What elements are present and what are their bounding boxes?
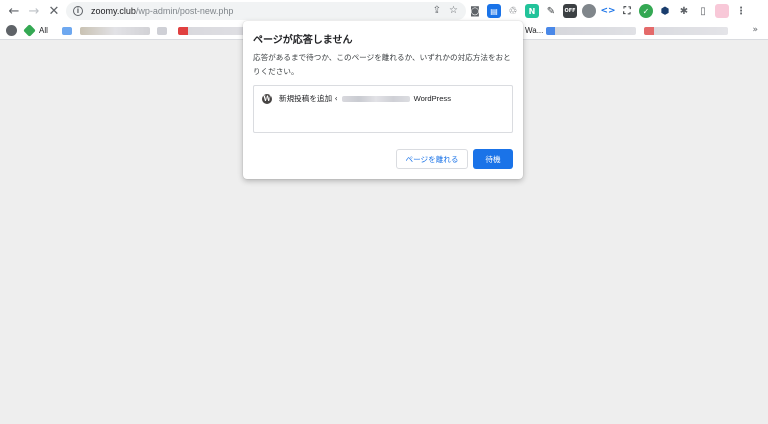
- pin-icon[interactable]: ⬢: [658, 4, 672, 18]
- menu-icon[interactable]: ⋮: [734, 4, 748, 18]
- puzzle-icon[interactable]: ✱: [677, 4, 691, 18]
- dialog-title: ページが応答しません: [253, 35, 353, 46]
- bookmark-item[interactable]: [644, 27, 728, 35]
- share-icon[interactable]: ⇪: [433, 5, 441, 17]
- info-icon[interactable]: i: [73, 6, 83, 16]
- wordpress-icon: W: [262, 93, 272, 104]
- extensions-row: ◙ ▤ ♲ N ✎ OFF <> ⛶ ✓ ⬢ ✱ ▯ ⋮: [468, 3, 748, 19]
- forward-button[interactable]: →: [24, 1, 44, 21]
- circle-ext-icon[interactable]: [582, 4, 596, 18]
- chevron-right-icon[interactable]: »: [752, 25, 758, 35]
- avatar[interactable]: [715, 4, 729, 18]
- extension-blue-icon[interactable]: ▤: [487, 4, 501, 18]
- eyedropper-icon[interactable]: ✎: [544, 4, 558, 18]
- bookmark-item[interactable]: [62, 27, 72, 35]
- extension-n-icon[interactable]: N: [525, 4, 539, 18]
- list-item: W 新規投稿を追加 ‹ WordPress: [262, 93, 451, 104]
- unresponsive-pages-list: W 新規投稿を追加 ‹ WordPress: [253, 85, 513, 133]
- bookmark-item[interactable]: [157, 27, 167, 35]
- page-unresponsive-dialog: ページが応答しません 応答があるまで待つか、このページを離れるか、いずれかの対応…: [243, 21, 523, 179]
- arrow-left-icon: ←: [8, 3, 20, 19]
- back-button[interactable]: ←: [4, 1, 24, 21]
- bookmark-partial[interactable]: Wa...: [525, 26, 543, 35]
- bookmark-all-label: All: [39, 26, 48, 35]
- stop-button[interactable]: ✕: [44, 1, 64, 21]
- bookmark-all[interactable]: All: [23, 24, 48, 37]
- recycle-icon[interactable]: ♲: [506, 4, 520, 18]
- bookmark-item[interactable]: [80, 27, 150, 35]
- url-path: /wp-admin/post-new.php: [135, 6, 234, 16]
- extension-off-icon[interactable]: OFF: [563, 4, 577, 18]
- code-icon[interactable]: <>: [600, 4, 615, 18]
- url-host: zoomy.club: [91, 6, 136, 16]
- star-icon[interactable]: ☆: [449, 5, 458, 17]
- crop-icon[interactable]: ⛶: [620, 4, 634, 18]
- address-bar[interactable]: i zoomy.club/wp-admin/post-new.php ⇪ ☆: [66, 2, 466, 20]
- leave-page-button[interactable]: ページを離れる: [396, 149, 468, 169]
- bookmark-item[interactable]: [546, 27, 636, 35]
- url-text[interactable]: zoomy.club/wp-admin/post-new.php: [91, 6, 233, 16]
- list-item-suffix: WordPress: [413, 94, 452, 103]
- omnibox-actions: ⇪ ☆: [433, 5, 458, 17]
- browser-toolbar: ← → ✕ i zoomy.club/wp-admin/post-new.php…: [0, 0, 768, 22]
- dialog-message: 応答があるまで待つか、このページを離れるか、いずれかの対応方法をおとりください。: [253, 53, 511, 76]
- check-circle-icon[interactable]: ✓: [639, 4, 653, 18]
- list-item-prefix: 新規投稿を追加 ‹: [279, 94, 338, 103]
- wait-button[interactable]: 待機: [473, 149, 513, 169]
- redacted-site-name: [341, 95, 410, 102]
- arrow-right-icon: →: [28, 3, 40, 19]
- sidebar-icon[interactable]: ▯: [696, 4, 710, 18]
- apps-icon[interactable]: [6, 25, 17, 36]
- camera-icon[interactable]: ◙: [468, 4, 482, 18]
- close-icon: ✕: [48, 3, 60, 19]
- all-bookmarks-icon: [23, 24, 36, 37]
